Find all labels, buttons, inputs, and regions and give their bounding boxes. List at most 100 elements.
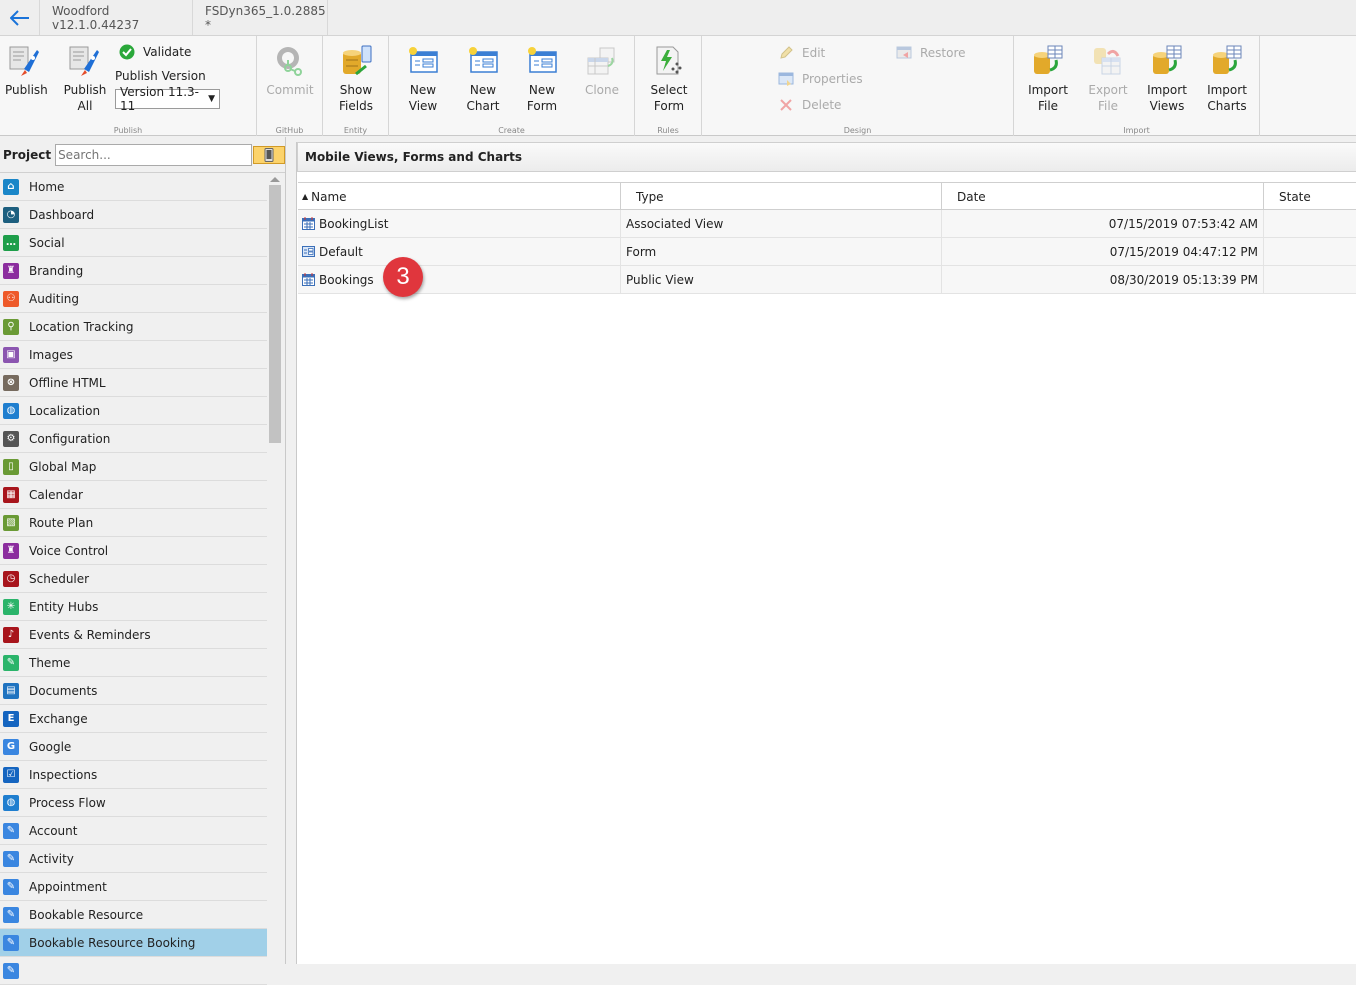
publish-all-button[interactable]: Publish All (56, 44, 114, 114)
sidebar-item-localization[interactable]: ◍ Localization (0, 397, 267, 425)
sidebar-item-label: Events & Reminders (29, 627, 151, 642)
cell-date: 07/15/2019 04:47:12 PM (942, 238, 1264, 265)
sidebar-item-calendar[interactable]: ▦ Calendar (0, 481, 267, 509)
sidebar-item-label: Appointment (29, 879, 107, 894)
pencil-icon (778, 45, 794, 61)
google-icon: G (3, 738, 19, 755)
sidebar-item-label: Voice Control (29, 543, 109, 558)
new-view-button[interactable]: New View (395, 44, 451, 114)
home-icon: ⌂ (3, 178, 19, 195)
dropdown-arrow-icon: ▼ (208, 94, 215, 104)
version-select[interactable]: Version 11.3-11 ▼ (115, 85, 220, 113)
sidebar-item-appointment[interactable]: ✎ Appointment (0, 873, 267, 901)
delete-x-icon (778, 97, 794, 113)
column-header-state[interactable]: State (1264, 183, 1356, 210)
back-arrow-icon (9, 9, 29, 26)
sidebar-item-bookable-resource[interactable]: ✎ Bookable Resource (0, 901, 267, 929)
sidebar-item-global-map[interactable]: ▯ Global Map (0, 453, 267, 481)
sidebar-item-branding[interactable]: ♜ Branding (0, 257, 267, 285)
export-file-icon (1090, 44, 1126, 80)
restore-button[interactable]: Restore (896, 45, 966, 61)
sidebar-item-location-tracking[interactable]: ⚲ Location Tracking (0, 313, 267, 341)
sidebar-item-theme[interactable]: ✎ Theme (0, 649, 267, 677)
sidebar-item-inspections[interactable]: ☑ Inspections (0, 761, 267, 789)
column-header-name[interactable]: ▲ Name (298, 183, 621, 210)
sidebar-item-entity-hubs[interactable]: ✳ Entity Hubs (0, 593, 267, 621)
show-fields-button[interactable]: Show Fields (331, 44, 381, 114)
sidebar-item-images[interactable]: ▣ Images (0, 341, 267, 369)
new-form-icon (524, 44, 560, 80)
new-chart-button[interactable]: New Chart (453, 44, 513, 114)
group-label-rules: Rules (657, 126, 679, 135)
sidebar-item-route-plan[interactable]: ▧ Route Plan (0, 509, 267, 537)
tab-woodford-version[interactable]: Woodford v12.1.0.44237 (40, 0, 193, 35)
sidebar-item-offline-html[interactable]: ⊗ Offline HTML (0, 369, 267, 397)
more-icon: ✎ (3, 962, 19, 979)
column-header-type[interactable]: Type (621, 183, 942, 210)
sidebar-item-label: Location Tracking (29, 319, 134, 334)
global-map-icon: ▯ (3, 458, 19, 475)
auditing-icon: ⚇ (3, 290, 19, 307)
sidebar-item-events-reminders[interactable]: ♪ Events & Reminders (0, 621, 267, 649)
cell-type: Public View (621, 266, 942, 293)
column-header-date[interactable]: Date (942, 183, 1264, 210)
back-button[interactable] (0, 0, 40, 35)
ribbon-group-create: New View New Chart New Form Clone Create (389, 36, 635, 136)
items-grid: ▲ Name Type Date State BookingList Associ… (298, 182, 1356, 294)
validate-button[interactable]: Validate (119, 44, 191, 60)
clone-button[interactable]: Clone (579, 44, 625, 98)
project-search-input[interactable] (55, 143, 253, 166)
sidebar-item-label: Process Flow (29, 795, 106, 810)
sidebar-item-more[interactable]: ✎ (0, 957, 267, 985)
table-row[interactable]: BookingList Associated View 07/15/2019 07:… (298, 210, 1356, 238)
sidebar-item-process-flow[interactable]: ◍ Process Flow (0, 789, 267, 817)
new-form-button[interactable]: New Form (514, 44, 570, 114)
scroll-up-arrow-icon[interactable] (270, 177, 280, 182)
select-form-button[interactable]: Select Form (644, 44, 694, 114)
sidebar-item-home[interactable]: ⌂ Home (0, 173, 267, 201)
publish-button[interactable]: Publish (5, 44, 48, 98)
sidebar-item-label: Global Map (29, 459, 97, 474)
import-charts-button[interactable]: Import Charts (1202, 44, 1252, 114)
sidebar-item-bookable-resource-booking[interactable]: ✎ Bookable Resource Booking (0, 929, 267, 957)
sidebar-item-label: Activity (29, 851, 74, 866)
device-toggle-button[interactable] (253, 145, 285, 164)
sidebar-item-scheduler[interactable]: ◷ Scheduler (0, 565, 267, 593)
sidebar-item-voice-control[interactable]: ♜ Voice Control (0, 537, 267, 565)
account-icon: ✎ (3, 822, 19, 839)
sidebar-item-dashboard[interactable]: ◔ Dashboard (0, 201, 267, 229)
configuration-icon: ⚙ (3, 430, 19, 447)
table-row[interactable]: Bookings Public View 08/30/2019 05:13:39 P… (298, 266, 1356, 294)
sidebar-item-configuration[interactable]: ⚙ Configuration (0, 425, 267, 453)
ribbon-group-entity: Show Fields Entity (323, 36, 389, 136)
cell-type: Associated View (621, 210, 942, 237)
sidebar-item-auditing[interactable]: ⚇ Auditing (0, 285, 267, 313)
sidebar-item-google[interactable]: G Google (0, 733, 267, 761)
group-label-entity: Entity (343, 126, 368, 135)
restore-icon (896, 45, 912, 61)
new-view-icon (405, 44, 441, 80)
sidebar-item-activity[interactable]: ✎ Activity (0, 845, 267, 873)
sidebar-item-exchange[interactable]: E Exchange (0, 705, 267, 733)
tab-project[interactable]: FSDyn365_1.0.2885 * (193, 0, 328, 35)
entity-hubs-icon: ✳ (3, 598, 19, 615)
properties-button[interactable]: Properties (778, 71, 863, 87)
cell-name: BookingList (298, 210, 621, 237)
delete-button[interactable]: Delete (778, 97, 841, 113)
cell-state (1264, 266, 1356, 293)
main-header-title: Mobile Views, Forms and Charts (297, 142, 1356, 172)
inspections-icon: ☑ (3, 766, 19, 783)
sidebar-item-social[interactable]: … Social (0, 229, 267, 257)
import-file-button[interactable]: Import File (1018, 44, 1078, 114)
commit-button[interactable]: Commit (265, 44, 315, 98)
export-file-button[interactable]: Export File (1078, 44, 1138, 114)
import-views-button[interactable]: Import Views (1142, 44, 1192, 114)
edit-button[interactable]: Edit (778, 45, 825, 61)
scroll-thumb[interactable] (269, 185, 281, 443)
table-row[interactable]: Default Form 07/15/2019 04:47:12 PM (298, 238, 1356, 266)
sidebar-item-account[interactable]: ✎ Account (0, 817, 267, 845)
sidebar-item-documents[interactable]: ▤ Documents (0, 677, 267, 705)
cell-date: 08/30/2019 05:13:39 PM (942, 266, 1264, 293)
group-label-publish: Publish (113, 126, 143, 135)
project-scrollbar[interactable] (268, 173, 282, 964)
